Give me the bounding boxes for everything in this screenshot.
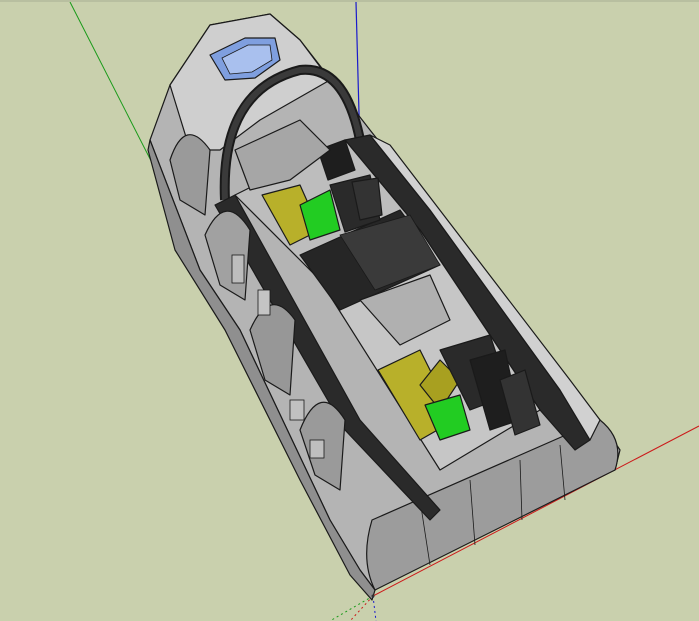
axis-origin-icon bbox=[371, 594, 375, 598]
detail-block-3 bbox=[231, 254, 245, 284]
cockpit-model[interactable] bbox=[147, 13, 621, 601]
modeling-viewport[interactable] bbox=[0, 0, 699, 621]
detail-block-2 bbox=[309, 439, 325, 459]
green-axis-dotted bbox=[329, 595, 374, 621]
blue-axis-dotted bbox=[372, 595, 377, 621]
red-axis-dotted bbox=[349, 595, 374, 621]
3d-scene[interactable] bbox=[0, 0, 699, 621]
detail-block-1 bbox=[289, 399, 305, 421]
viewport-top-border bbox=[0, 0, 699, 2]
detail-block-4 bbox=[257, 289, 271, 316]
